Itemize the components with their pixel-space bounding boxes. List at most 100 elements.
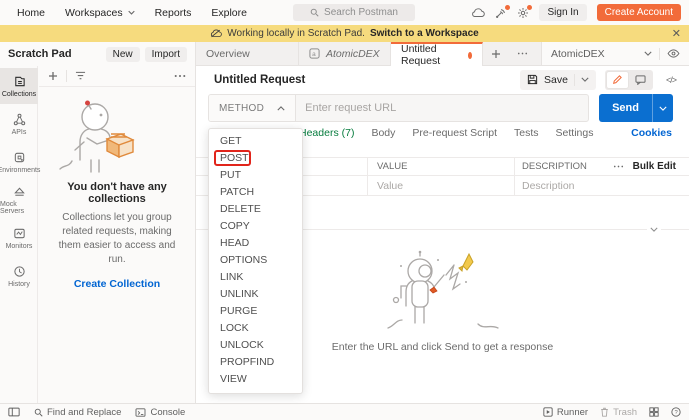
sign-in-button[interactable]: Sign In: [539, 4, 586, 21]
value-cell[interactable]: Value: [368, 176, 515, 195]
empty-title: You don't have any collections: [51, 181, 183, 205]
import-button[interactable]: Import: [145, 47, 187, 62]
method-option-propfind[interactable]: PROPFIND: [209, 354, 302, 371]
edit-pencil-icon[interactable]: [606, 71, 629, 89]
comment-icon[interactable]: [629, 71, 652, 89]
history-icon: [13, 265, 26, 278]
environment-name[interactable]: AtomicDEX: [551, 48, 637, 60]
panels-icon[interactable]: [649, 407, 659, 417]
notification-dot: [527, 5, 532, 10]
cookies-link[interactable]: Cookies: [631, 127, 672, 139]
filter-icon[interactable]: [75, 71, 86, 81]
switch-workspace-link[interactable]: Switch to a Workspace: [370, 28, 479, 39]
cloud-icon[interactable]: [471, 8, 485, 18]
new-tab-icon[interactable]: [483, 42, 509, 65]
nav-actions: Sign In Create Account: [471, 4, 681, 21]
method-option-delete[interactable]: DELETE: [209, 201, 302, 218]
method-option-get[interactable]: GET: [209, 133, 302, 150]
search-input[interactable]: Search Postman: [293, 4, 415, 21]
save-button[interactable]: Save: [520, 70, 596, 90]
trash-button[interactable]: Trash: [600, 407, 637, 418]
sidebar: Scratch Pad New Import Collections APIs …: [0, 42, 196, 403]
method-option-link[interactable]: LINK: [209, 269, 302, 286]
method-option-options[interactable]: OPTIONS: [209, 252, 302, 269]
chevron-down-icon[interactable]: [644, 51, 652, 56]
sidebar-item-environments[interactable]: Environments: [0, 144, 38, 180]
more-tabs-icon[interactable]: [509, 42, 536, 65]
method-option-post[interactable]: POST: [209, 150, 302, 167]
method-option-purge[interactable]: PURGE: [209, 303, 302, 320]
unsaved-dot: [468, 52, 472, 59]
save-icon: [527, 74, 538, 85]
tab-atomicdex[interactable]: a AtomicDEX: [299, 42, 391, 65]
search-icon: [310, 8, 319, 17]
divider: [574, 74, 575, 86]
capture-requests-icon[interactable]: [495, 7, 507, 19]
console-icon: [135, 408, 146, 417]
description-cell[interactable]: Description: [515, 180, 689, 192]
postman-app: Home Workspaces Reports Explore Search P…: [0, 0, 689, 420]
sidebar-item-mock-servers[interactable]: Mock Servers: [0, 182, 38, 218]
sidebar-item-apis[interactable]: APIs: [0, 106, 38, 142]
more-options-icon[interactable]: [174, 74, 186, 78]
sidebar-item-collections[interactable]: Collections: [0, 68, 38, 104]
new-button[interactable]: New: [106, 47, 140, 62]
tab-untitled-request[interactable]: Untitled Request: [391, 42, 483, 66]
create-collection-link[interactable]: Create Collection: [74, 278, 160, 290]
find-and-replace-button[interactable]: Find and Replace: [34, 407, 121, 418]
method-option-copy[interactable]: COPY: [209, 218, 302, 235]
tab-pre-request-script[interactable]: Pre-request Script: [412, 127, 497, 139]
method-option-view[interactable]: VIEW: [209, 371, 302, 388]
method-option-head[interactable]: HEAD: [209, 235, 302, 252]
sidebar-item-monitors[interactable]: Monitors: [0, 220, 38, 256]
svg-text:a: a: [312, 51, 316, 58]
nav-workspaces[interactable]: Workspaces: [56, 7, 144, 19]
create-account-button[interactable]: Create Account: [597, 4, 681, 21]
gear-icon[interactable]: [517, 7, 529, 19]
mock-servers-icon: [13, 185, 26, 198]
method-option-unlink[interactable]: UNLINK: [209, 286, 302, 303]
sidebar-item-history[interactable]: History: [0, 258, 38, 294]
help-icon[interactable]: ?: [671, 407, 681, 417]
toggle-sidebar-icon[interactable]: [8, 407, 20, 417]
save-options-chevron-icon[interactable]: [581, 77, 589, 82]
more-options-icon[interactable]: [605, 165, 633, 168]
nav-explore[interactable]: Explore: [202, 7, 256, 19]
method-option-patch[interactable]: PATCH: [209, 184, 302, 201]
method-option-lock[interactable]: LOCK: [209, 320, 302, 337]
add-icon[interactable]: [48, 71, 58, 81]
nav-home[interactable]: Home: [8, 7, 54, 19]
method-option-put[interactable]: PUT: [209, 167, 302, 184]
request-url-input[interactable]: [296, 95, 588, 121]
console-button[interactable]: Console: [135, 407, 185, 418]
empty-collections-illustration: [51, 95, 147, 175]
method-dropdown-menu: GET POST PUT PATCH DELETE COPY HEAD OPTI…: [208, 128, 303, 394]
tab-settings[interactable]: Settings: [556, 127, 594, 139]
send-label[interactable]: Send: [599, 94, 652, 122]
tab-tests[interactable]: Tests: [514, 127, 539, 139]
tab-body[interactable]: Body: [371, 127, 395, 139]
request-title: Untitled Request: [214, 74, 305, 86]
value-column-header: VALUE: [368, 158, 515, 175]
environment-quick-look-icon[interactable]: [667, 49, 680, 58]
code-icon[interactable]: </>: [666, 75, 676, 85]
svg-text:?: ?: [675, 410, 679, 416]
send-options-chevron-icon[interactable]: [652, 94, 673, 122]
method-option-unlock[interactable]: UNLOCK: [209, 337, 302, 354]
runner-icon: [543, 407, 553, 417]
trash-icon: [600, 407, 609, 417]
tab-headers[interactable]: Headers (7): [299, 127, 354, 139]
runner-button[interactable]: Runner: [543, 407, 588, 418]
bulk-edit-button[interactable]: Bulk Edit: [633, 161, 689, 172]
method-dropdown-button[interactable]: METHOD: [209, 95, 296, 121]
status-bar: Find and Replace Console Runner Trash ?: [0, 403, 689, 420]
close-icon[interactable]: ✕: [672, 27, 681, 40]
top-navbar: Home Workspaces Reports Explore Search P…: [0, 0, 689, 25]
status-bar-right: Runner Trash ?: [543, 407, 681, 418]
nav-reports[interactable]: Reports: [146, 7, 201, 19]
collapse-response-icon[interactable]: [647, 227, 661, 232]
empty-response-illustration: [368, 248, 518, 334]
method-label: METHOD: [219, 103, 264, 114]
sidebar-header: Scratch Pad New Import: [0, 42, 195, 66]
tab-overview[interactable]: Overview: [196, 42, 299, 65]
